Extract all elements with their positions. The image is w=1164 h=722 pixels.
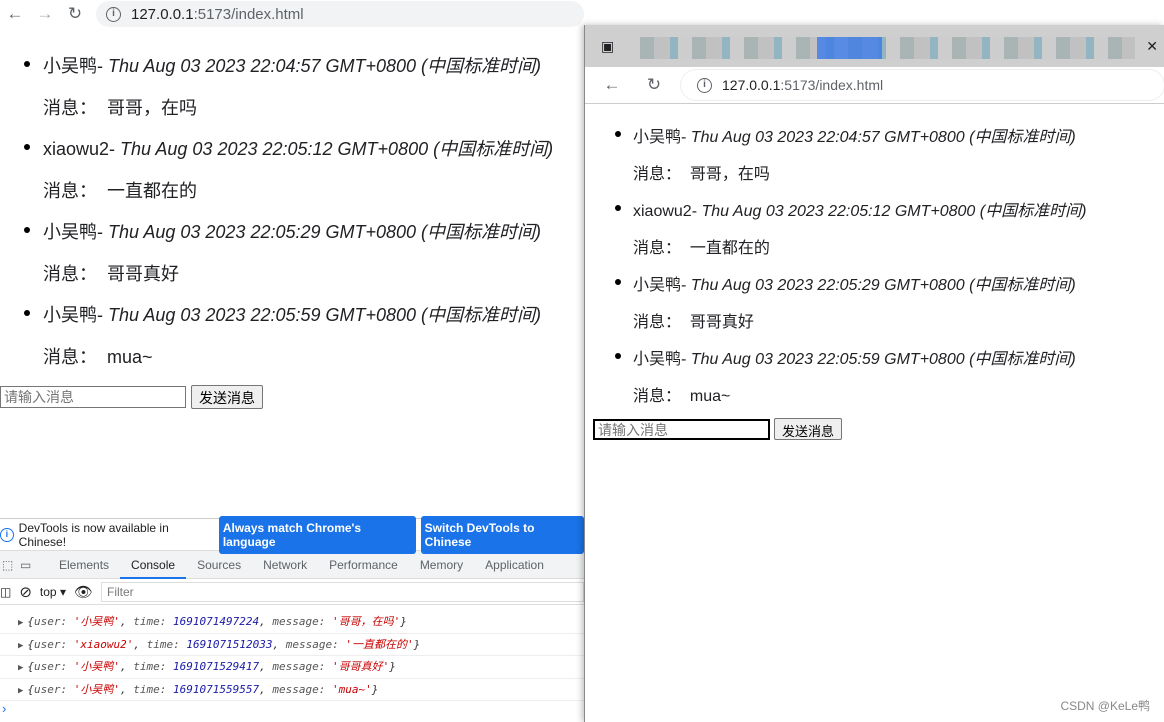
blurred-title xyxy=(640,37,1135,59)
message-body: 消息： mua~ xyxy=(633,388,731,405)
message-item: 小吴鸭- Thu Aug 03 2023 22:04:57 GMT+0800 (… xyxy=(585,123,1164,160)
info-icon: i xyxy=(0,527,14,542)
message-list: 小吴鸭- Thu Aug 03 2023 22:04:57 GMT+0800 (… xyxy=(0,52,584,384)
message-body: 消息： 哥哥真好 xyxy=(633,314,754,331)
message-list: 小吴鸭- Thu Aug 03 2023 22:04:57 GMT+0800 (… xyxy=(585,123,1164,419)
devtools-tabs: ⬚ ▭ Elements Console Sources Network Perform… xyxy=(0,551,584,579)
tab-memory[interactable]: Memory xyxy=(409,551,474,579)
switch-chinese-button[interactable]: Switch DevTools to Chinese xyxy=(420,515,585,554)
popup-window: ▣ ✕ ← ↻ i 127.0.0.1:5173/index.html 小吴鸭- … xyxy=(584,25,1164,722)
message-input[interactable] xyxy=(593,419,770,440)
message-body: 消息： 一直都在的 xyxy=(633,240,770,257)
message-item: 小吴鸭- Thu Aug 03 2023 22:05:29 GMT+0800 (… xyxy=(585,271,1164,308)
expand-icon: ▶ xyxy=(18,685,24,696)
message-item: xiaowu2- Thu Aug 03 2023 22:05:12 GMT+08… xyxy=(585,197,1164,234)
watermark: CSDN @KeLe鸭 xyxy=(1060,699,1150,713)
back-icon[interactable]: ← xyxy=(597,75,627,95)
message-item: 小吴鸭- Thu Aug 03 2023 22:05:59 GMT+0800 (… xyxy=(585,345,1164,382)
window-titlebar: ▣ ✕ xyxy=(585,25,1164,67)
tab-network[interactable]: Network xyxy=(252,551,318,579)
sidebar-toggle-icon[interactable]: ◫ xyxy=(0,585,11,599)
console-prompt[interactable]: › xyxy=(0,701,584,716)
close-icon[interactable]: ✕ xyxy=(1146,38,1158,55)
reload-icon[interactable]: ↻ xyxy=(639,75,669,95)
expand-icon: ▶ xyxy=(18,663,24,673)
info-icon: i xyxy=(697,77,712,93)
message-item: 小吴鸭- Thu Aug 03 2023 22:05:29 GMT+0800 (… xyxy=(0,218,584,260)
window-toolbar: ← ↻ i 127.0.0.1:5173/index.html xyxy=(585,67,1164,104)
console-log-row[interactable]: ▶ {user: 'xiaowu2', time: 1691071512033, … xyxy=(0,634,584,656)
message-body: 消息： 哥哥真好 xyxy=(43,263,180,284)
message-item: 小吴鸭- Thu Aug 03 2023 22:04:57 GMT+0800 (… xyxy=(0,52,584,94)
inspect-icon[interactable]: ⬚ xyxy=(0,558,20,572)
console-log-row[interactable]: ▶ {user: '小吴鸭', time: 1691071559557, mess… xyxy=(0,679,584,701)
expand-icon: ▶ xyxy=(18,618,24,628)
forward-icon[interactable]: → xyxy=(30,4,60,24)
reload-icon[interactable]: ↻ xyxy=(60,4,90,24)
tab-performance[interactable]: Performance xyxy=(318,551,409,579)
address-bar[interactable]: i 127.0.0.1:5173/index.html xyxy=(96,1,584,27)
live-expression-icon[interactable]: 👁 xyxy=(74,583,93,601)
message-item: xiaowu2- Thu Aug 03 2023 22:05:12 GMT+08… xyxy=(0,135,584,177)
address-bar[interactable]: i 127.0.0.1:5173/index.html xyxy=(681,70,1164,100)
console-log-row[interactable]: ▶ {user: '小吴鸭', time: 1691071497224, mess… xyxy=(0,611,584,634)
back-icon[interactable]: ← xyxy=(0,4,30,24)
filter-input[interactable]: Filter xyxy=(101,581,584,602)
tab-elements[interactable]: Elements xyxy=(48,551,120,579)
match-language-button[interactable]: Always match Chrome's language xyxy=(218,515,416,554)
info-icon: i xyxy=(106,6,121,22)
console-log-row[interactable]: ▶ {user: '小吴鸭', time: 1691071529417, mess… xyxy=(0,656,584,679)
tab-icon[interactable]: ▣ xyxy=(601,38,614,55)
tab-console[interactable]: Console xyxy=(120,551,187,579)
tab-application[interactable]: Application xyxy=(474,551,555,579)
message-input[interactable] xyxy=(0,386,186,408)
clear-console-icon[interactable]: ⊘ xyxy=(19,583,32,601)
send-button[interactable]: 发送消息 xyxy=(191,385,263,409)
device-toolbar-icon[interactable]: ▭ xyxy=(20,558,48,572)
tab-sources[interactable]: Sources xyxy=(186,551,252,579)
message-body: 消息： 一直都在的 xyxy=(43,180,198,201)
console-toolbar: ◫ ⊘ top ▾ 👁 Filter xyxy=(0,579,584,605)
send-button[interactable]: 发送消息 xyxy=(774,418,843,440)
message-body: 消息： 哥哥，在吗 xyxy=(43,97,198,118)
browser-toolbar: ← → ↻ i 127.0.0.1:5173/index.html xyxy=(0,0,584,28)
message-body: 消息： mua~ xyxy=(43,346,153,367)
context-select[interactable]: top ▾ xyxy=(40,585,66,599)
language-infobar: i DevTools is now available in Chinese! … xyxy=(0,515,585,554)
devtools-panel: i DevTools is now available in Chinese! … xyxy=(0,515,585,722)
expand-icon: ▶ xyxy=(18,640,24,651)
message-item: 小吴鸭- Thu Aug 03 2023 22:05:59 GMT+0800 (… xyxy=(0,301,584,343)
message-body: 消息： 哥哥，在吗 xyxy=(633,166,770,183)
